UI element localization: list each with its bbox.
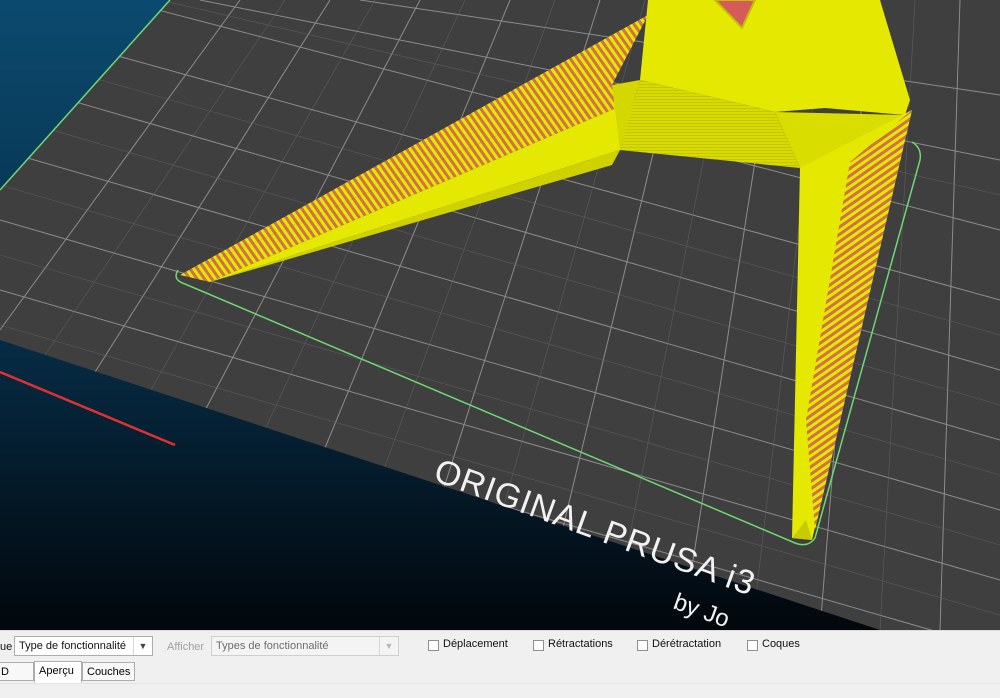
show-label: Afficher [167,641,205,653]
show-types-select[interactable]: Types de fonctionnalité ▼ [211,636,399,656]
shells-label: Coques [762,638,800,650]
travel-checkbox[interactable] [428,640,439,651]
3d-preview-viewport[interactable]: ORIGINAL PRUSA i3 by Jo [0,0,1000,630]
view-type-select[interactable]: Type de fonctionnalité ▼ [14,636,153,656]
preview-toolbar: ue Type de fonctionnalité ▼ Afficher Typ… [0,630,1000,661]
tab-3d[interactable]: D [0,662,34,681]
chevron-down-icon[interactable]: ▼ [133,637,152,655]
status-bar [0,683,1000,698]
tab-preview[interactable]: Aperçu [34,661,82,683]
view-label: ue [0,641,13,653]
tab-layers[interactable]: Couches [82,662,135,681]
deretraction-label: Dérétractation [652,638,722,650]
retractions-label: Rétractations [548,638,613,650]
view-type-value: Type de fonctionnalité [19,640,127,652]
retractions-checkbox[interactable] [533,640,544,651]
deretraction-checkbox[interactable] [637,640,648,651]
shells-checkbox[interactable] [747,640,758,651]
view-tabs: D Aperçu Couches [0,660,1000,683]
travel-label: Déplacement [443,638,508,650]
show-types-value: Types de fonctionnalité [216,640,329,652]
chevron-down-icon[interactable]: ▼ [379,637,398,655]
